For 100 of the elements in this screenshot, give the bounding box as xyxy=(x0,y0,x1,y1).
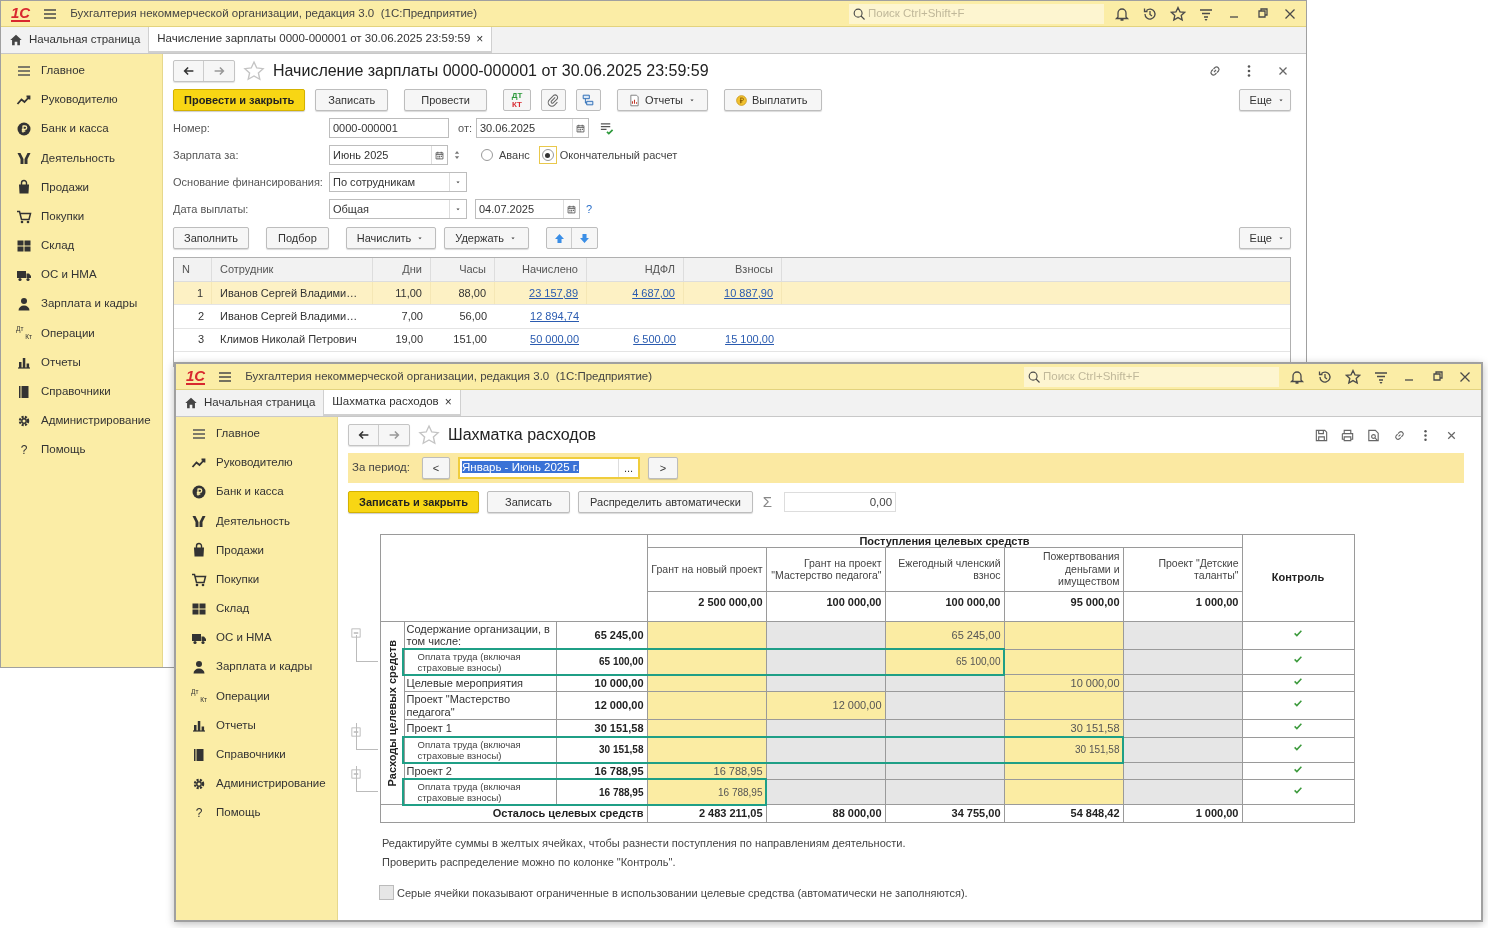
bell-icon[interactable] xyxy=(1114,5,1130,22)
amount-link[interactable]: 15 100,00 xyxy=(725,331,774,348)
save-button[interactable]: Записать xyxy=(315,89,389,111)
sidebar-item[interactable]: Банк и касса xyxy=(1,114,162,144)
sidebar-item[interactable]: Зарплата и кадры xyxy=(1,289,162,319)
funding-dropdown[interactable]: По сотрудникам xyxy=(329,172,467,192)
fill-button[interactable]: Заполнить xyxy=(173,227,249,249)
sidebar-item[interactable]: Зарплата и кадры xyxy=(176,652,337,682)
help-icon: ? xyxy=(191,804,207,823)
sidebar-item[interactable]: Деятельность xyxy=(176,506,337,536)
amount-cell[interactable] xyxy=(647,621,766,649)
sidebar-item[interactable]: Деятельность xyxy=(1,143,162,173)
amount-cell[interactable]: 65 245,00 xyxy=(885,621,1004,649)
sidebar-item[interactable]: Отчеты xyxy=(1,347,162,378)
tab[interactable]: Начисление зарплаты 0000-000001 от 30.06.2025 23:59:59 × xyxy=(149,27,493,53)
close-tab-button[interactable]: × xyxy=(476,30,484,48)
amount-cell[interactable] xyxy=(647,649,766,674)
field-label: Номер: xyxy=(173,120,211,136)
sidebar-item[interactable]: Банк и касса xyxy=(176,477,337,507)
logo: 1С xyxy=(186,368,206,385)
amount-link[interactable]: 4 687,00 xyxy=(632,284,675,302)
print-icon[interactable] xyxy=(1340,427,1355,443)
withhold-button[interactable]: Удержать xyxy=(444,227,530,249)
structure-button[interactable] xyxy=(576,89,601,111)
debit-credit-button[interactable]: ДТ КТ xyxy=(503,89,531,111)
sidebar-item[interactable]: Главное xyxy=(1,56,162,86)
sidebar-item[interactable]: Администрирование xyxy=(176,769,337,799)
sidebar-item[interactable]: Склад xyxy=(1,231,162,261)
amount-link[interactable]: 23 157,89 xyxy=(529,284,578,302)
amount-cell[interactable] xyxy=(1004,691,1123,720)
amount-cell[interactable] xyxy=(1004,649,1123,674)
sidebar-item[interactable]: ? Помощь xyxy=(1,435,162,465)
more-button[interactable]: Еще xyxy=(1238,227,1291,249)
sidebar-item[interactable]: Справочники xyxy=(1,377,162,407)
distribute-button[interactable]: Распределить автоматически xyxy=(578,491,753,514)
sidebar-item[interactable]: Руководителю xyxy=(176,448,337,478)
sidebar-item[interactable]: Главное xyxy=(176,419,337,449)
choose-button[interactable]: ... xyxy=(618,459,638,477)
accrue-button[interactable]: Начислить xyxy=(345,227,437,249)
sidebar-item[interactable]: Справочники xyxy=(176,740,337,770)
amount-link[interactable]: 10 887,90 xyxy=(724,284,773,302)
number-field[interactable]: 0000-000001 xyxy=(329,118,449,138)
sidebar-item[interactable]: ОС и НМА xyxy=(1,260,162,290)
star-icon[interactable] xyxy=(1345,368,1361,385)
post-and-close-button[interactable]: Провести и закрыть xyxy=(173,89,306,111)
document-check-icon[interactable] xyxy=(599,120,614,136)
field-label: Основание финансирования: xyxy=(173,174,324,190)
save-button[interactable]: Записать xyxy=(487,491,571,514)
link-icon[interactable] xyxy=(1207,63,1223,79)
more-button[interactable]: Еще xyxy=(1238,89,1291,111)
calendar-button[interactable] xyxy=(563,200,579,218)
calendar-button[interactable] xyxy=(431,146,447,164)
amount-cell[interactable] xyxy=(647,691,766,720)
history-icon[interactable] xyxy=(1317,368,1333,385)
table-row[interactable]: 1 Иванов Сергей Владими… 11,00 88,00 23 157,89 4 687,00 10 887,90 xyxy=(174,282,1290,306)
sidebar-item[interactable]: ? Помощь xyxy=(176,798,337,828)
sidebar-item[interactable]: Покупки xyxy=(176,564,337,595)
shopping-bag-icon xyxy=(16,179,32,196)
sidebar-item[interactable]: Склад xyxy=(176,594,337,624)
bell-icon[interactable] xyxy=(1289,368,1305,385)
radio-button[interactable] xyxy=(541,149,554,161)
sidebar-item[interactable]: Продажи xyxy=(176,535,337,565)
favorite-star-icon[interactable] xyxy=(418,424,440,446)
save-icon[interactable] xyxy=(1314,427,1329,443)
calendar-button[interactable] xyxy=(572,119,588,137)
amount-cell[interactable] xyxy=(647,737,766,762)
help-link[interactable]: ? xyxy=(586,200,593,218)
amount-link[interactable]: 6 500,00 xyxy=(633,331,676,348)
previous-period-button[interactable]: < xyxy=(422,457,450,479)
sidebar-item[interactable]: Руководителю xyxy=(1,85,162,115)
amount-link[interactable]: 50 000,00 xyxy=(530,331,579,348)
sidebar-item[interactable]: ОС и НМА xyxy=(176,623,337,653)
history-icon[interactable] xyxy=(1142,5,1158,22)
reports-button[interactable]: Отчеты xyxy=(617,89,708,111)
payment-kind-dropdown[interactable]: Общая xyxy=(329,199,467,219)
amount-cell[interactable] xyxy=(1004,621,1123,649)
next-period-button[interactable]: > xyxy=(648,457,678,479)
favorite-star-icon[interactable] xyxy=(243,60,265,82)
sidebar-item[interactable]: Отчеты xyxy=(176,710,337,741)
amount-cell[interactable] xyxy=(1004,779,1123,805)
pick-button[interactable]: Подбор xyxy=(266,227,329,249)
star-icon[interactable] xyxy=(1170,5,1186,22)
sum-field[interactable]: 0,00 xyxy=(784,492,897,513)
attach-button[interactable] xyxy=(541,89,566,111)
post-button[interactable]: Провести xyxy=(404,89,487,111)
period-field[interactable]: Январь - Июнь 2025 г. ... xyxy=(458,457,640,479)
tab[interactable]: Шахматка расходов × xyxy=(324,390,461,416)
amount-cell[interactable]: 12 000,00 xyxy=(766,691,885,720)
amount-link[interactable]: 12 894,74 xyxy=(530,308,579,325)
sidebar-item[interactable]: Продажи xyxy=(1,172,162,202)
sidebar-item[interactable]: Покупки xyxy=(1,201,162,232)
payment-date-field[interactable]: 04.07.2025 xyxy=(475,199,580,219)
close-tab-button[interactable]: × xyxy=(444,393,452,411)
preview-icon[interactable] xyxy=(1366,427,1381,443)
radio-button[interactable] xyxy=(481,149,493,161)
pay-button[interactable]: Выплатить xyxy=(724,89,823,111)
save-and-close-button[interactable]: Записать и закрыть xyxy=(348,491,480,514)
month-field[interactable]: Июнь 2025 xyxy=(329,145,448,165)
sidebar-item[interactable]: Администрирование xyxy=(1,406,162,436)
date-field[interactable]: 30.06.2025 xyxy=(476,118,589,138)
